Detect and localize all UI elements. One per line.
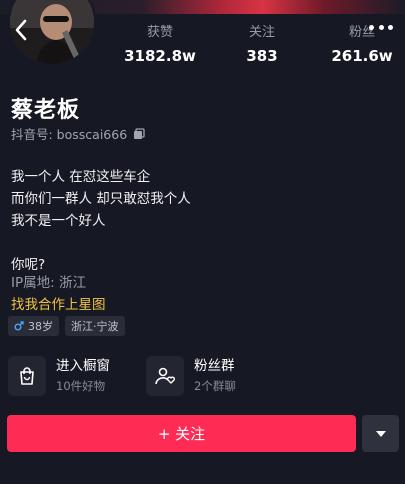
chevron-left-icon: [15, 19, 27, 41]
age-tag: 38岁: [8, 316, 59, 336]
male-icon: [14, 321, 24, 331]
age-text: 38岁: [28, 320, 53, 333]
tab-bar-peek: [0, 474, 405, 484]
fans-icon-box: [146, 356, 184, 396]
handle-text: 抖音号: bosscai666: [11, 127, 128, 142]
stat-value: 383: [246, 47, 278, 65]
bio-line: [11, 232, 191, 254]
stat-label: 关注: [248, 25, 275, 40]
more-button[interactable]: [369, 20, 393, 34]
stat-label: 获赞: [146, 25, 173, 40]
fan-group-icon: [155, 367, 175, 385]
more-dots-icon: [388, 24, 393, 30]
location-text: 浙江·宁波: [71, 320, 119, 333]
profile-name: 蔡老板: [11, 98, 81, 123]
copy-icon[interactable]: [133, 127, 145, 140]
fans-title: 粉丝群: [194, 358, 235, 374]
shop-window-entry[interactable]: 进入橱窗 10件好物: [8, 354, 110, 398]
shop-title: 进入橱窗: [56, 358, 110, 374]
stat-likes[interactable]: 获赞 3182.8w: [120, 24, 200, 68]
caret-down-icon: [375, 430, 386, 437]
fans-subtitle: 2个群聊: [194, 379, 236, 393]
recommend-dropdown-button[interactable]: [362, 415, 399, 452]
more-dots-icon: [369, 24, 374, 30]
bio-line: 我一个人 在怼这些车企: [11, 169, 151, 185]
bio-line: 而你们一群人 却只敢怼我个人: [11, 191, 191, 207]
shopping-bag-icon: [20, 367, 34, 385]
shop-subtitle: 10件好物: [56, 379, 106, 393]
profile-handle: 抖音号: bosscai666: [11, 124, 145, 143]
profile-tags: 38岁 浙江·宁波: [8, 316, 125, 336]
stat-following[interactable]: 关注 383: [222, 24, 302, 68]
stats-bar: 获赞 3182.8w 关注 383 粉丝 261.6w: [110, 24, 405, 68]
ip-location: IP属地: 浙江: [11, 275, 86, 291]
more-dots-icon: [378, 24, 384, 30]
star-cooperation-link[interactable]: 找我合作上星图: [11, 293, 106, 313]
bio-line: 我不是一个好人: [11, 213, 106, 229]
fan-group-entry[interactable]: 粉丝群 2个群聊: [146, 354, 236, 398]
location-tag: 浙江·宁波: [65, 316, 125, 336]
back-button[interactable]: [10, 16, 32, 44]
profile-bio: 我一个人 在怼这些车企 而你们一群人 却只敢怼我个人 我不是一个好人 你呢?: [11, 166, 191, 276]
shop-icon-box: [8, 356, 46, 396]
follow-button[interactable]: + 关注: [7, 415, 356, 452]
stat-value: 261.6w: [331, 47, 393, 65]
stat-value: 3182.8w: [124, 47, 196, 65]
